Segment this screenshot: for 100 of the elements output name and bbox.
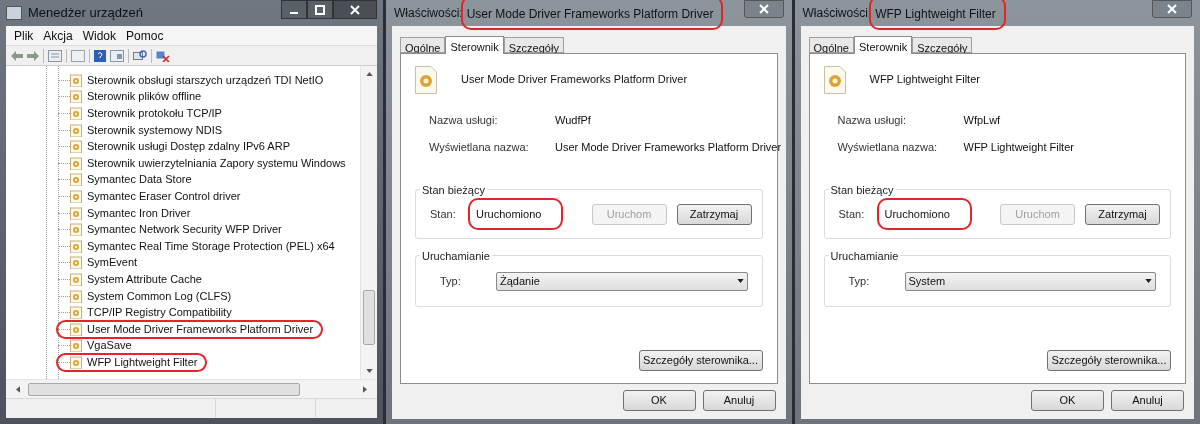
menu-item[interactable]: Widok [82, 26, 117, 45]
driver-icon [70, 90, 82, 104]
tree-item[interactable]: Sterownik protokołu TCP/IP [87, 108, 222, 119]
tree-item[interactable]: Symantec Network Security WFP Driver [87, 224, 282, 236]
tree-item[interactable]: Sterownik uwierzytelniania Zapory systemu Windows [87, 157, 346, 169]
driver-icon [823, 66, 846, 94]
tab[interactable]: Szczegóły [503, 37, 564, 53]
driver-name: User Mode Driver Frameworks Platform Driver [461, 72, 688, 87]
close-icon [758, 4, 769, 14]
tree-item[interactable]: Sterownik obsługi starszych urządzeń TDI NetIO [87, 74, 324, 86]
driver-name: WFP Lightweight Filter [869, 72, 980, 87]
caret-icon [736, 279, 744, 283]
tree-item[interactable]: Sterownik systemowy NDIS [87, 124, 223, 136]
window-title-prefix: Właściwości: [394, 5, 463, 22]
minimize-button[interactable] [281, 0, 307, 19]
close-button[interactable] [1152, 0, 1192, 18]
driver-icon [70, 289, 82, 303]
driver-icon [70, 223, 82, 237]
close-button[interactable] [333, 0, 377, 19]
dropdown-value: Żądanie [500, 273, 541, 289]
forward-icon[interactable] [27, 50, 39, 61]
button[interactable]: Zatrzymaj [1085, 203, 1160, 225]
tree-item[interactable]: Symantec Eraser Control driver [87, 190, 241, 202]
field-label: Nazwa usługi: [429, 113, 499, 128]
dropdown[interactable]: Żądanie [496, 271, 748, 291]
vertical-scrollbar[interactable] [360, 66, 377, 379]
driver-icon [70, 256, 82, 270]
tree-item[interactable]: System Common Log (CLFS) [87, 290, 232, 302]
field-label: Typ: [440, 273, 462, 289]
tree-item[interactable]: System Attribute Cache [87, 273, 202, 285]
menu-item[interactable]: Akcja [43, 26, 73, 45]
maximize-button[interactable] [307, 0, 333, 19]
caret-icon [1145, 279, 1152, 283]
driver-icon [70, 272, 82, 286]
scroll-right-icon[interactable] [363, 385, 367, 393]
horizontal-scrollbar[interactable] [6, 379, 377, 398]
button[interactable]: OK [1031, 390, 1104, 411]
driver-icon [70, 322, 82, 336]
button[interactable]: Anuluj [1111, 390, 1184, 411]
scroll-thumb[interactable] [363, 290, 375, 345]
tab[interactable]: Szczegóły [912, 37, 973, 53]
dropdown[interactable]: System [904, 271, 1156, 291]
grid-icon[interactable] [48, 49, 62, 62]
status-value: Uruchomiono [476, 207, 542, 220]
help-icon[interactable] [94, 49, 106, 62]
driver-icon [70, 123, 82, 137]
tree-item[interactable]: Sterownik usługi Dostęp zdalny IPv6 ARP [87, 141, 290, 153]
scan-icon[interactable] [133, 49, 147, 62]
menu-item[interactable]: Plik [14, 26, 34, 45]
tree-item[interactable]: SymEvent [87, 257, 138, 269]
driver-icon [70, 189, 82, 203]
tab[interactable]: Sterownik [854, 36, 913, 54]
grid-icon[interactable] [110, 49, 124, 62]
scroll-down-icon[interactable] [365, 369, 373, 373]
tree-item[interactable]: VgaSave [87, 340, 132, 352]
tab[interactable]: Ogólne [808, 37, 854, 53]
driver-icon [70, 156, 82, 170]
tree-item[interactable]: TCP/IP Registry Compatibility [87, 307, 232, 319]
scroll-up-icon[interactable] [365, 72, 373, 76]
window-title: Menedżer urządzeń [28, 4, 144, 23]
driver-icon [70, 339, 82, 353]
button[interactable]: Szczegóły sterownika... [638, 350, 763, 371]
driver-icon [70, 173, 82, 187]
field-label: Wyświetlana nazwa: [429, 139, 530, 155]
menu-item[interactable]: Pomoc [126, 26, 164, 45]
scroll-left-icon[interactable] [16, 385, 20, 393]
window-title: WFP Lightweight Filter [875, 7, 996, 21]
close-button[interactable] [743, 0, 784, 18]
minimize-icon [290, 11, 298, 14]
field-label: Stan: [430, 206, 457, 222]
button[interactable]: Zatrzymaj [676, 203, 752, 225]
button[interactable]: Szczegóły sterownika... [1047, 350, 1171, 371]
field-label: Nazwa usługi: [837, 113, 907, 128]
driver-icon [70, 306, 82, 320]
tab[interactable]: Ogólne [400, 37, 446, 53]
driver-icon [70, 239, 82, 253]
tree-item[interactable]: Symantec Real Time Storage Protection (PEL) x64 [87, 240, 335, 252]
close-icon [1167, 4, 1177, 14]
dropdown-value: System [908, 273, 947, 289]
field-value: WFP Lightweight Filter [963, 139, 1075, 155]
tree-item[interactable]: Symantec Data Store [87, 174, 192, 186]
field-value: WfpLwf [963, 113, 1002, 128]
driver-icon [70, 206, 82, 220]
tab[interactable]: Sterownik [445, 36, 504, 54]
tree-item[interactable]: User Mode Driver Frameworks Platform Driver [87, 323, 314, 335]
back-icon[interactable] [11, 50, 23, 61]
close-icon [350, 4, 360, 15]
uninstall-icon[interactable] [156, 49, 170, 62]
tree-item[interactable]: Symantec Iron Driver [87, 207, 191, 219]
app-icon [6, 6, 22, 20]
button[interactable]: OK [622, 390, 696, 411]
maximize-icon [315, 4, 325, 15]
driver-icon [70, 73, 82, 87]
tree-item[interactable]: Sterownik plików offline [87, 91, 202, 103]
scroll-thumb[interactable] [28, 382, 300, 396]
window-title-prefix: Właściwości: [802, 5, 872, 22]
tree-item[interactable]: WFP Lightweight Filter [87, 356, 198, 368]
field-label: Wyświetlana nazwa: [837, 139, 939, 155]
window-title: User Mode Driver Frameworks Platform Driver [466, 7, 714, 21]
button[interactable]: Anuluj [702, 390, 776, 411]
